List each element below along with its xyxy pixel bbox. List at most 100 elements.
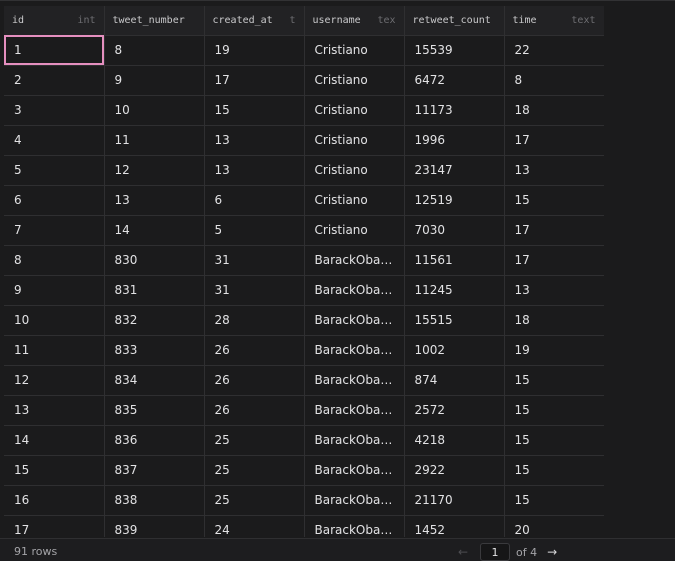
table-cell[interactable]: 7030 bbox=[404, 215, 505, 246]
table-row[interactable]: 11 833 26 BarackOba… 1002 19 bbox=[4, 335, 604, 366]
table-cell[interactable]: 26 bbox=[204, 395, 305, 426]
table-cell[interactable]: 13 bbox=[204, 155, 305, 186]
table-row[interactable]: 3 10 15 Cristiano 11173 18 bbox=[4, 95, 604, 126]
table-cell[interactable]: 14 bbox=[4, 425, 105, 456]
table-cell[interactable]: 8 bbox=[504, 65, 604, 96]
table-cell[interactable]: 13 bbox=[4, 395, 105, 426]
table-cell[interactable]: 2572 bbox=[404, 395, 505, 426]
table-cell[interactable]: Cristiano bbox=[304, 95, 405, 126]
table-cell[interactable]: Cristiano bbox=[304, 155, 405, 186]
table-cell[interactable]: 832 bbox=[104, 305, 205, 336]
table-cell[interactable]: Cristiano bbox=[304, 185, 405, 216]
table-cell[interactable]: 12519 bbox=[404, 185, 505, 216]
table-cell[interactable]: 2922 bbox=[404, 455, 505, 486]
table-cell[interactable]: 17 bbox=[204, 65, 305, 96]
column-header-created-at[interactable]: created_at t bbox=[204, 6, 305, 36]
table-cell[interactable]: 14 bbox=[104, 215, 205, 246]
table-cell[interactable]: 1452 bbox=[404, 515, 505, 537]
table-row[interactable]: 12 834 26 BarackOba… 874 15 bbox=[4, 365, 604, 396]
table-row[interactable]: 9 831 31 BarackOba… 11245 13 bbox=[4, 275, 604, 306]
table-cell[interactable]: 15515 bbox=[404, 305, 505, 336]
table-cell[interactable]: 19 bbox=[204, 35, 305, 66]
table-cell[interactable]: 8 bbox=[4, 245, 105, 276]
table-cell[interactable]: 5 bbox=[204, 215, 305, 246]
table-cell[interactable]: BarackOba… bbox=[304, 485, 405, 516]
table-cell[interactable]: 8 bbox=[104, 35, 205, 66]
prev-page-icon[interactable]: ← bbox=[456, 545, 470, 559]
table-cell[interactable]: 13 bbox=[104, 185, 205, 216]
table-cell[interactable]: 9 bbox=[104, 65, 205, 96]
column-header-time[interactable]: time text bbox=[504, 6, 604, 36]
table-cell[interactable]: 7 bbox=[4, 215, 105, 246]
table-cell[interactable]: 15 bbox=[504, 185, 604, 216]
table-cell[interactable]: BarackOba… bbox=[304, 515, 405, 537]
table-cell[interactable]: 26 bbox=[204, 335, 305, 366]
table-cell[interactable]: 15 bbox=[504, 455, 604, 486]
table-cell[interactable]: 11 bbox=[4, 335, 105, 366]
table-cell[interactable]: 28 bbox=[204, 305, 305, 336]
table-row[interactable]: 13 835 26 BarackOba… 2572 15 bbox=[4, 395, 604, 426]
table-cell[interactable]: 830 bbox=[104, 245, 205, 276]
table-cell[interactable]: 15 bbox=[504, 395, 604, 426]
table-row[interactable]: 5 12 13 Cristiano 23147 13 bbox=[4, 155, 604, 186]
table-row[interactable]: 8 830 31 BarackOba… 11561 17 bbox=[4, 245, 604, 276]
table-cell[interactable]: 6 bbox=[4, 185, 105, 216]
table-cell[interactable]: BarackOba… bbox=[304, 305, 405, 336]
table-cell[interactable]: 835 bbox=[104, 395, 205, 426]
table-cell[interactable]: 4 bbox=[4, 125, 105, 156]
table-cell[interactable]: 26 bbox=[204, 365, 305, 396]
table-cell[interactable]: 21170 bbox=[404, 485, 505, 516]
table-row[interactable]: 2 9 17 Cristiano 6472 8 bbox=[4, 65, 604, 96]
table-row[interactable]: 16 838 25 BarackOba… 21170 15 bbox=[4, 485, 604, 516]
page-number-input[interactable] bbox=[480, 543, 510, 561]
table-cell[interactable]: 836 bbox=[104, 425, 205, 456]
table-cell[interactable]: 23147 bbox=[404, 155, 505, 186]
table-cell[interactable]: BarackOba… bbox=[304, 425, 405, 456]
table-cell[interactable]: 31 bbox=[204, 275, 305, 306]
table-cell[interactable]: 25 bbox=[204, 425, 305, 456]
table-cell[interactable]: 9 bbox=[4, 275, 105, 306]
table-row[interactable]: 6 13 6 Cristiano 12519 15 bbox=[4, 185, 604, 216]
table-cell[interactable]: 10 bbox=[104, 95, 205, 126]
table-cell[interactable]: 12 bbox=[104, 155, 205, 186]
table-cell[interactable]: BarackOba… bbox=[304, 245, 405, 276]
table-row[interactable]: 1 8 19 Cristiano 15539 22 bbox=[4, 35, 604, 66]
table-cell[interactable]: 13 bbox=[204, 125, 305, 156]
table-cell[interactable]: 15 bbox=[204, 95, 305, 126]
table-cell[interactable]: 17 bbox=[4, 515, 105, 537]
table-cell[interactable]: 31 bbox=[204, 245, 305, 276]
table-cell[interactable]: 13 bbox=[504, 275, 604, 306]
table-cell[interactable]: 15 bbox=[4, 455, 105, 486]
table-cell[interactable]: 16 bbox=[4, 485, 105, 516]
table-cell[interactable]: 11173 bbox=[404, 95, 505, 126]
table-cell[interactable]: 17 bbox=[504, 245, 604, 276]
table-cell[interactable]: 834 bbox=[104, 365, 205, 396]
table-cell[interactable]: 2 bbox=[4, 65, 105, 96]
table-cell[interactable]: 874 bbox=[404, 365, 505, 396]
table-cell[interactable]: 18 bbox=[504, 305, 604, 336]
table-cell[interactable]: 15 bbox=[504, 485, 604, 516]
table-cell[interactable]: BarackOba… bbox=[304, 395, 405, 426]
table-cell[interactable]: 4218 bbox=[404, 425, 505, 456]
table-cell[interactable]: 18 bbox=[504, 95, 604, 126]
table-cell[interactable]: BarackOba… bbox=[304, 365, 405, 396]
column-header-username[interactable]: username tex bbox=[304, 6, 405, 36]
column-header-tweet-number[interactable]: tweet_number bbox=[104, 6, 205, 36]
table-cell[interactable]: 13 bbox=[504, 155, 604, 186]
table-cell[interactable]: 833 bbox=[104, 335, 205, 366]
table-cell[interactable]: 5 bbox=[4, 155, 105, 186]
table-cell[interactable]: 10 bbox=[4, 305, 105, 336]
table-cell[interactable]: 1002 bbox=[404, 335, 505, 366]
table-cell[interactable]: 11245 bbox=[404, 275, 505, 306]
table-cell[interactable]: Cristiano bbox=[304, 215, 405, 246]
table-cell[interactable]: 22 bbox=[504, 35, 604, 66]
table-cell[interactable]: 3 bbox=[4, 95, 105, 126]
table-cell[interactable]: 1 bbox=[4, 35, 105, 66]
next-page-icon[interactable]: → bbox=[545, 545, 559, 559]
table-cell[interactable]: 24 bbox=[204, 515, 305, 537]
column-header-id[interactable]: id int bbox=[4, 6, 105, 36]
table-cell[interactable]: BarackOba… bbox=[304, 275, 405, 306]
table-cell[interactable]: 837 bbox=[104, 455, 205, 486]
table-cell[interactable]: 6 bbox=[204, 185, 305, 216]
table-cell[interactable]: BarackOba… bbox=[304, 455, 405, 486]
